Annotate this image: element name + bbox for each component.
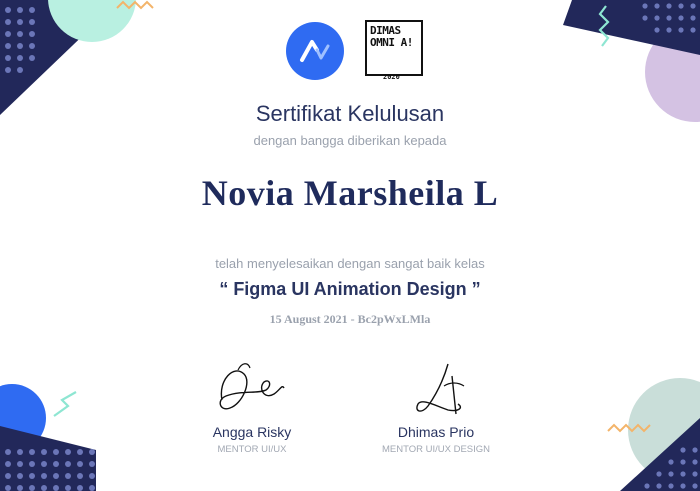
decor-shapes	[0, 0, 700, 491]
date-and-code: 15 August 2021 - Bc2pWxLMla	[269, 312, 431, 326]
recipient-name: Novia Marsheila L	[201, 173, 499, 213]
certificate-subtitle: dengan bangga diberikan kepada	[253, 133, 447, 148]
signatory-name: Angga Risky	[212, 424, 292, 440]
arrow-wave-icon	[300, 40, 330, 62]
signatory-role: MENTOR UI/UX DESIGN	[381, 444, 491, 455]
brand-logo	[286, 22, 344, 80]
completion-text: telah menyelesaikan dengan sangat baik k…	[215, 256, 485, 271]
signature-left	[219, 363, 285, 410]
certificate-title: Sertifikat Kelulusan	[255, 101, 445, 126]
bottom-left-mint-squiggle	[53, 391, 77, 417]
partner-logo-year: 2020	[383, 73, 400, 81]
bottom-left-navy-shape	[0, 426, 96, 491]
signatory-name: Dhimas Prio	[397, 424, 475, 440]
signature-right	[416, 363, 465, 415]
partner-logo: DIMAS OMNI A!	[365, 20, 423, 76]
top-right-navy-shape	[563, 0, 700, 55]
partner-logo-text: DIMAS OMNI A!	[370, 24, 413, 49]
course-name: “ Figma UI Animation Design ”	[219, 279, 481, 299]
signatory-role: MENTOR UI/UX	[217, 444, 287, 455]
